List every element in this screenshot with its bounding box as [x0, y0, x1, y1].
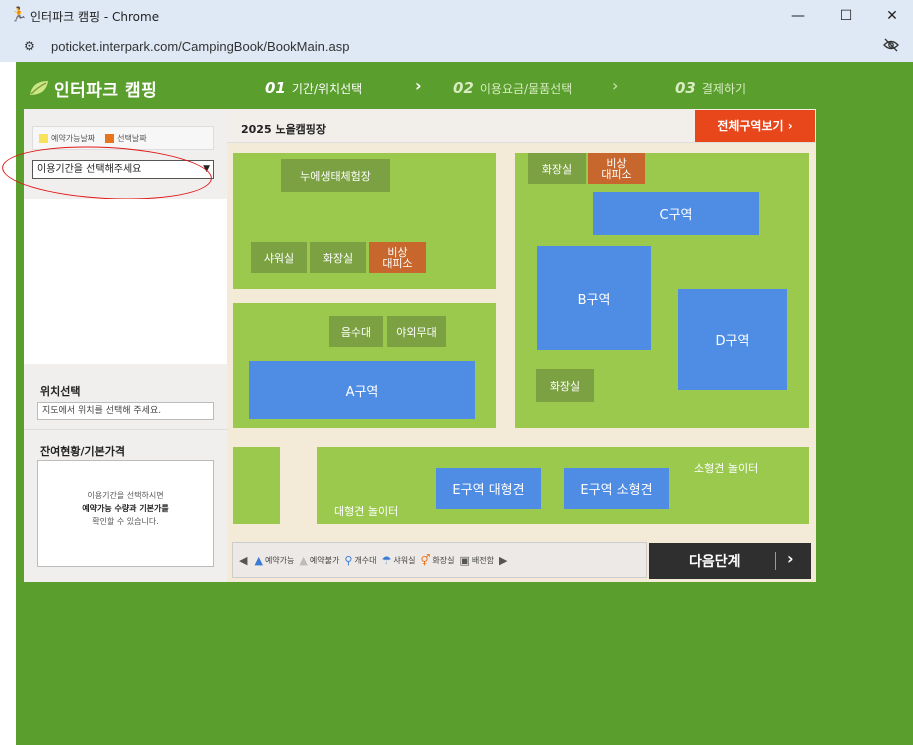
- step-2-label: 이용요금/물품선택: [479, 82, 573, 96]
- campsite-map: 2025 노을캠핑장 전체구역보기 › 누에생태체험장 샤워실 화장실 비상 대피…: [227, 109, 816, 582]
- address-bar: ⚙ poticket.interpark.com/CampingBook/Boo…: [0, 32, 913, 62]
- next-step-button[interactable]: 다음단계 ›: [649, 543, 811, 579]
- tracking-protection-icon[interactable]: [883, 38, 899, 56]
- next-step-label: 다음단계: [689, 554, 741, 570]
- app-icon: 🏃: [10, 7, 28, 23]
- step-3: 03 결제하기: [675, 79, 746, 97]
- legend-power: ▣ 배전함: [459, 553, 494, 567]
- zone-c[interactable]: C구역: [593, 192, 759, 235]
- outdoor-stage-building[interactable]: 야외무대: [387, 316, 446, 347]
- page-body: 인터파크 캠핑 01 기간/위치선택 › 02 이용요금/물품선택 › 03 결…: [0, 62, 913, 745]
- emergency-shelter-label: 비상 대피소: [601, 156, 632, 181]
- small-dog-playground-label: 소형견 놀이터: [694, 462, 759, 475]
- sidebar: 예약가능날짜 선택날짜 이용기간을 선택해주세요 ▼ 위치선택 지도에서 위치를…: [0, 109, 227, 582]
- calendar-area: [24, 199, 227, 364]
- large-dog-playground-label: 대형견 놀이터: [334, 505, 399, 518]
- map-legend-bar: ◀ ▲ 예약가능 ▲ 예약불가 ⚲ 개수대 ☂ 샤워실 ⚥ 화장실 ▣ 배전함 ▶: [232, 542, 647, 578]
- window-title: 인터파크 캠핑 - Chrome: [30, 10, 160, 24]
- tent-icon: ▲: [299, 553, 308, 567]
- legend-shower: ☂ 샤워실: [381, 553, 416, 567]
- location-field[interactable]: 지도에서 위치를 선택해 주세요.: [37, 402, 214, 420]
- step-1-number: 01: [265, 79, 286, 97]
- step-1-label: 기간/위치선택: [291, 82, 363, 96]
- zone-e-small-dog[interactable]: E구역 소형견: [564, 468, 669, 509]
- legend-sink: ⚲ 개수대: [344, 553, 377, 567]
- chevron-right-icon: ›: [787, 549, 794, 568]
- map-header: 2025 노을캠핑장 전체구역보기 ›: [227, 109, 816, 143]
- zone-a[interactable]: A구역: [249, 361, 475, 419]
- logo-text: 인터파크 캠핑: [54, 80, 158, 101]
- tent-icon: ▲: [254, 553, 263, 567]
- zone-b[interactable]: B구역: [537, 246, 651, 350]
- faucet-icon: ⚲: [344, 553, 353, 567]
- emergency-shelter[interactable]: 비상 대피소: [588, 153, 645, 184]
- divider: [775, 552, 776, 570]
- location-title: 위치선택: [40, 385, 81, 398]
- legend-unavailable: ▲ 예약불가: [299, 553, 340, 567]
- restroom-building[interactable]: 화장실: [310, 242, 366, 273]
- step-2-number: 02: [453, 79, 474, 97]
- site-info-icon[interactable]: ⚙: [24, 39, 35, 53]
- info-line-2: 예약가능 수량과 기본가를: [82, 504, 169, 513]
- status-info-box: 이용기간을 선택하시면 예약가능 수량과 기본가를 확인할 수 있습니다.: [37, 460, 214, 567]
- available-date-swatch: [39, 133, 48, 143]
- step-3-number: 03: [675, 79, 696, 97]
- water-fountain-building[interactable]: 음수대: [329, 316, 383, 347]
- step-1: 01 기간/위치선택: [265, 79, 362, 97]
- window-titlebar: 🏃 인터파크 캠핑 - Chrome — ☐ ✕: [0, 0, 913, 32]
- shower-icon: ☂: [381, 553, 392, 567]
- site-logo[interactable]: 인터파크 캠핑: [28, 76, 158, 101]
- info-line-1: 이용기간을 선택하시면: [87, 491, 164, 500]
- chevron-right-icon: ›: [612, 76, 619, 95]
- scroll-left-button[interactable]: ◀: [239, 554, 249, 567]
- eco-experience-building[interactable]: 누에생태체험장: [281, 159, 390, 192]
- emergency-shelter-label: 비상 대피소: [382, 245, 413, 270]
- restroom-icon: ⚥: [420, 553, 431, 567]
- emergency-shelter[interactable]: 비상 대피소: [369, 242, 426, 273]
- step-2: 02 이용요금/물품선택: [453, 79, 572, 97]
- selected-date-label: 선택날짜: [117, 133, 147, 143]
- divider: [24, 429, 227, 430]
- restroom-building[interactable]: 화장실: [536, 369, 594, 402]
- minimize-button[interactable]: —: [788, 6, 808, 26]
- status-title: 잔여현황/기본가격: [40, 445, 125, 458]
- zone-e-large-dog[interactable]: E구역 대형견: [436, 468, 541, 509]
- zone-d[interactable]: D구역: [678, 289, 787, 390]
- power-box-icon: ▣: [459, 553, 470, 567]
- map-title: 2025 노을캠핑장: [241, 123, 327, 136]
- selected-date-swatch: [105, 133, 115, 143]
- maximize-button[interactable]: ☐: [836, 6, 856, 26]
- grass-area: [233, 447, 280, 524]
- legend-available: ▲ 예약가능: [254, 553, 295, 567]
- info-line-3: 확인할 수 있습니다.: [92, 517, 159, 526]
- leaf-icon: [30, 81, 48, 95]
- step-3-label: 결제하기: [701, 82, 747, 96]
- shower-building[interactable]: 샤워실: [251, 242, 307, 273]
- scroll-right-button[interactable]: ▶: [499, 554, 509, 567]
- available-date-label: 예약가능날짜: [51, 133, 96, 143]
- url-text[interactable]: poticket.interpark.com/CampingBook/BookM…: [51, 39, 349, 54]
- restroom-building[interactable]: 화장실: [528, 153, 586, 184]
- annotation-circle: [0, 141, 214, 205]
- all-zones-button[interactable]: 전체구역보기 ›: [695, 110, 815, 142]
- close-button[interactable]: ✕: [882, 6, 902, 26]
- legend-restroom: ⚥ 화장실: [420, 553, 455, 567]
- chevron-right-icon: ›: [415, 76, 422, 95]
